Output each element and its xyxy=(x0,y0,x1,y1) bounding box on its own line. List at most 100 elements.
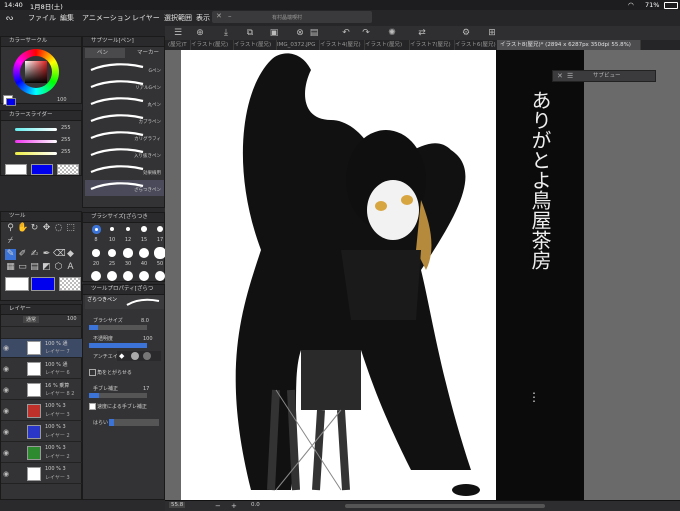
layer-row[interactable]: ◉ 100 % 通レイヤー 6 xyxy=(1,360,83,379)
brush-item[interactable]: リアルGペン xyxy=(85,78,164,94)
brush-item[interactable]: 丸ペン xyxy=(85,95,164,111)
copy-icon[interactable]: ▣ xyxy=(269,28,279,38)
clear-icon[interactable]: ⊗ xyxy=(295,28,305,38)
brush-item[interactable]: 効果線用 xyxy=(85,163,164,179)
brush-size-dot[interactable] xyxy=(123,271,133,281)
layer-row[interactable]: ◉ 100 % 3 レイヤー 3 xyxy=(1,465,83,484)
paste-icon[interactable]: ▤ xyxy=(309,28,319,38)
color-swatch-white[interactable] xyxy=(5,164,27,175)
tab-document-2[interactable]: イラスト(屋兄) xyxy=(231,40,277,50)
zoom-value[interactable]: 55.8 xyxy=(169,502,186,508)
brush-size-dot[interactable] xyxy=(138,247,150,259)
menu-edit[interactable]: 編集 xyxy=(60,13,74,23)
text-tool-icon[interactable]: A xyxy=(65,262,76,273)
brush-tool-icon[interactable]: ✍ xyxy=(29,249,40,260)
tab-document-4[interactable]: イラスト4(屋兄) xyxy=(317,40,365,50)
menu-animation[interactable]: アニメーション xyxy=(82,13,131,23)
prop-speed-checkbox[interactable] xyxy=(89,403,96,410)
layer-row[interactable]: ◉ 100 % 3 レイヤー 2 xyxy=(1,423,83,442)
brush-item[interactable]: ざらつきペン xyxy=(85,180,164,196)
sub-color-swatch[interactable] xyxy=(6,98,16,106)
brush-size-dot[interactable] xyxy=(110,227,114,231)
new-file-icon[interactable]: ⊕ xyxy=(195,28,205,38)
select-tool-icon[interactable]: ⬚ xyxy=(65,223,76,234)
brush-size-dot[interactable] xyxy=(156,225,164,233)
eyedropper-tool-icon[interactable]: ⌿ xyxy=(5,236,16,247)
g-value[interactable]: 255 xyxy=(61,137,71,143)
r-slider[interactable] xyxy=(15,128,57,131)
layer-opacity[interactable]: 100 xyxy=(67,316,77,322)
brush-size-dot[interactable] xyxy=(141,226,147,232)
layer-blend-mode[interactable]: 通常 xyxy=(23,316,40,323)
save-icon[interactable]: ⤓ xyxy=(221,28,231,38)
b-slider[interactable] xyxy=(15,152,57,155)
pen-tool-icon[interactable]: ✎ xyxy=(5,249,16,260)
figure-tool-icon[interactable]: ▭ xyxy=(17,262,28,273)
tab-document-6[interactable]: イラスト7(屋兄) xyxy=(407,40,455,50)
layer-row[interactable]: ◉ 100 % 3 レイヤー 2 xyxy=(1,444,83,463)
rotate-tool-icon[interactable]: ↻ xyxy=(29,223,40,234)
prop-stabilization-slider[interactable] xyxy=(89,393,147,398)
eye-icon[interactable]: ◉ xyxy=(3,470,11,478)
subview-menu-icon[interactable]: ☰ xyxy=(567,71,573,81)
eye-icon[interactable]: ◉ xyxy=(3,428,11,436)
tab-document-3[interactable]: IMG_0372.JPG xyxy=(274,40,320,50)
prop-brush-size-value[interactable]: 8.0 xyxy=(141,318,149,324)
undo-icon[interactable]: ↶ xyxy=(341,28,351,38)
fill-tool-icon[interactable]: ◆ xyxy=(65,249,76,260)
brush-item[interactable]: 入り抜きペン xyxy=(85,146,164,162)
subview-close-icon[interactable]: ✕ xyxy=(557,71,563,81)
brush-size-dot[interactable] xyxy=(125,226,131,232)
eye-icon[interactable]: ◉ xyxy=(3,365,11,373)
horizontal-scrollbar[interactable] xyxy=(345,504,545,508)
menu-icon[interactable]: ☰ xyxy=(173,28,183,38)
eye-icon[interactable]: ◉ xyxy=(3,449,11,457)
brush-item[interactable]: Gペン xyxy=(85,61,164,77)
flip-icon[interactable]: ⇄ xyxy=(417,28,427,38)
airbrush-tool-icon[interactable]: ✒ xyxy=(41,249,52,260)
layer-row[interactable]: ◉ 100 % 3 レイヤー 3 xyxy=(1,402,83,421)
brush-size-dot[interactable] xyxy=(107,248,117,258)
prop-opacity-value[interactable]: 100 xyxy=(143,336,153,342)
layer-row[interactable]: ◉ 16 % 乗算 レイヤー 8 2 xyxy=(1,381,83,400)
brush-item[interactable]: カリグラフィ xyxy=(85,129,164,145)
eye-icon[interactable]: ◉ xyxy=(3,386,11,394)
app-logo-icon[interactable]: ᔓ xyxy=(6,13,13,22)
lasso-tool-icon[interactable]: ◌ xyxy=(53,223,64,234)
canvas-paper[interactable] xyxy=(181,50,496,500)
move-tool-icon[interactable]: ✥ xyxy=(41,223,52,234)
eye-icon[interactable]: ◉ xyxy=(3,344,11,352)
ruler-icon[interactable]: ⊞ xyxy=(487,28,497,38)
g-slider[interactable] xyxy=(15,140,57,143)
settings-icon[interactable]: ⚙ xyxy=(461,28,471,38)
undo-history-icon[interactable]: ⧉ xyxy=(245,28,255,38)
brush-size-dot[interactable] xyxy=(155,271,165,281)
tab-marker[interactable]: マーカー xyxy=(125,48,163,58)
balloon-tool-icon[interactable]: ⬡ xyxy=(53,262,64,273)
tab-document-8[interactable]: イラスト8(屋兄)* (2894 x 6287px 350dpi 55.8%) xyxy=(497,40,641,50)
brush-size-dot[interactable] xyxy=(94,227,98,231)
prop-opacity-slider[interactable] xyxy=(89,343,147,348)
minimize-icon[interactable]: – xyxy=(228,12,232,20)
brush-size-dot[interactable] xyxy=(107,271,117,281)
rotation-value[interactable]: 0.0 xyxy=(251,502,260,508)
eye-icon[interactable]: ◉ xyxy=(3,407,11,415)
frame-tool-icon[interactable]: ▤ xyxy=(29,262,40,273)
prop-hanare-slider[interactable] xyxy=(109,419,159,426)
zoom-tool-icon[interactable]: ⚲ xyxy=(5,223,16,234)
brush-size-dot[interactable] xyxy=(139,271,149,281)
zoom-out-icon[interactable]: − xyxy=(215,502,221,510)
tab-document-1[interactable]: イラスト(屋兄) xyxy=(188,40,234,50)
r-value[interactable]: 255 xyxy=(61,125,71,131)
color-swatch-transparent[interactable] xyxy=(57,164,79,175)
color-wheel[interactable] xyxy=(13,49,59,95)
prop-corner-checkbox[interactable] xyxy=(89,369,96,376)
menu-layer[interactable]: レイヤー xyxy=(132,13,160,23)
menu-view[interactable]: 表示 xyxy=(196,13,210,23)
tab-document-5[interactable]: イラスト(屋兄) xyxy=(362,40,410,50)
zoom-in-icon[interactable]: + xyxy=(231,502,237,510)
prop-brush-size-slider[interactable] xyxy=(89,325,147,330)
b-value[interactable]: 255 xyxy=(61,149,71,155)
tool-main-color[interactable] xyxy=(5,277,29,291)
brush-size-dot[interactable] xyxy=(91,271,101,281)
